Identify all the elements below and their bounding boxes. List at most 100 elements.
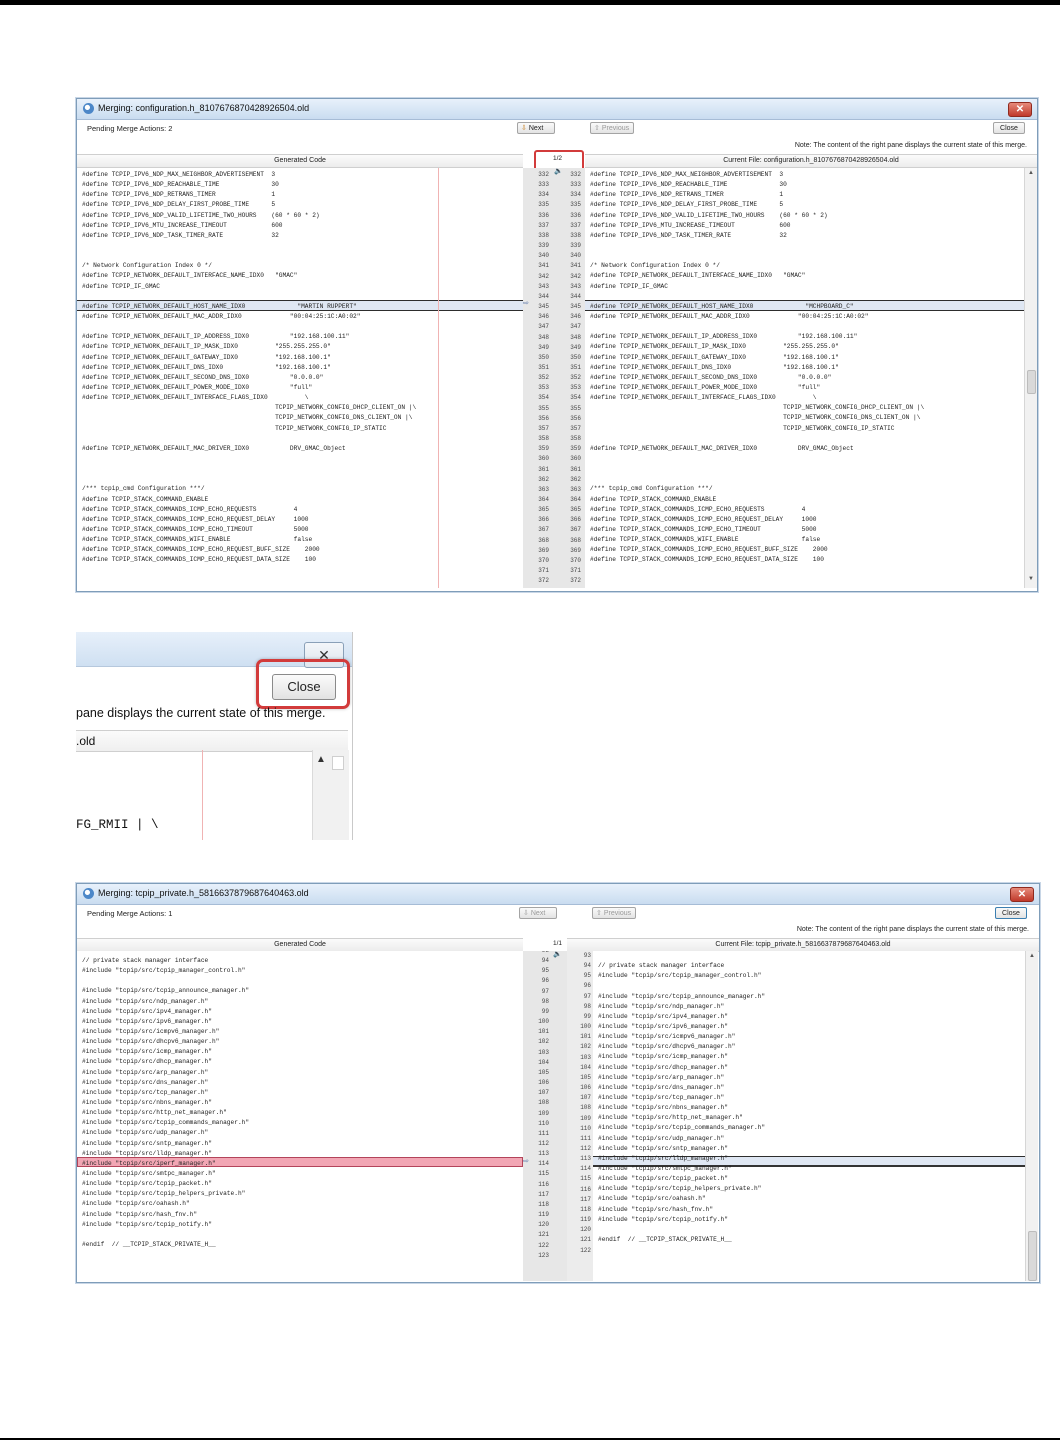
zoom-pane-header: .old xyxy=(76,730,348,752)
left-line-numbers: 93 94 95 96 97 98 99 100 101 102 103 104… xyxy=(538,951,549,1259)
left-code-pane[interactable]: // private stack manager interface #inclu… xyxy=(77,951,523,1281)
next-label: Next xyxy=(528,125,544,132)
code-line: #define TCPIP_STACK_COMMANDS_ICMP_ECHO_R… xyxy=(82,556,316,564)
speaker-icon: 🔈 xyxy=(553,951,562,958)
title-bar: Merging: tcpip_private.h_581663787968764… xyxy=(77,884,1039,905)
right-code-pane[interactable]: // private stack manager interface #inclu… xyxy=(593,951,1025,1281)
code-line: #define TCPIP_STACK_COMMANDS_ICMP_ECHO_R… xyxy=(590,515,817,523)
code-line: #define TCPIP_IPV6_NDP_RETRANS_TIMER 1 xyxy=(590,191,784,199)
pending-merge-actions: Pending Merge Actions: 2 xyxy=(87,124,173,133)
scroll-down-icon[interactable]: ▼ xyxy=(1028,576,1034,582)
code-line: #include "tcpip/src/dns_manager.h" xyxy=(82,1078,209,1086)
left-code-pane[interactable]: #define TCPIP_IPV6_NDP_MAX_NEIGHBOR_ADVE… xyxy=(77,168,523,588)
window-close-button[interactable]: ✕ xyxy=(1008,102,1032,117)
scroll-up-icon[interactable]: ▲ xyxy=(1028,170,1034,176)
code-line: #endif // __TCPIP_STACK_PRIVATE_H__ xyxy=(598,1235,732,1243)
apply-change-arrow-icon[interactable]: ⇨ xyxy=(523,1157,529,1165)
app-icon xyxy=(83,888,94,899)
code-line: #define TCPIP_NETWORK_DEFAULT_POWER_MODE… xyxy=(590,383,821,391)
code-line: #define TCPIP_NETWORK_DEFAULT_GATEWAY_ID… xyxy=(590,353,839,361)
code-line: #define TCPIP_NETWORK_DEFAULT_INTERFACE_… xyxy=(82,272,298,280)
code-line: #include "tcpip/src/tcp_manager.h" xyxy=(598,1093,725,1101)
code-line: #define TCPIP_STACK_COMMANDS_ICMP_ECHO_T… xyxy=(590,525,817,533)
previous-button[interactable]: ⇧ Previous xyxy=(592,907,636,919)
code-line: #include "tcpip/src/ipv6_manager.h" xyxy=(82,1017,212,1025)
right-line-number-gutter: 93 94 95 96 97 98 99 100 101 102 103 104… xyxy=(567,951,593,1281)
print-margin xyxy=(438,168,439,588)
next-label: Next xyxy=(530,910,546,917)
code-line: #include "tcpip/src/sntp_manager.h" xyxy=(82,1139,212,1147)
merge-toolbar: Pending Merge Actions: 1 ⇩ Next ⇧ Previous… xyxy=(77,905,1039,923)
code-line: #include "tcpip/src/dhcp_manager.h" xyxy=(82,1058,212,1066)
next-button[interactable]: ⇩ Next xyxy=(519,907,557,919)
code-line: #include "tcpip/src/ndp_manager.h" xyxy=(598,1002,725,1010)
right-scrollbar[interactable]: ▲ xyxy=(1025,951,1038,1281)
line-number-gutter: 93 94 95 96 97 98 99 100 101 102 103 104… xyxy=(523,951,567,1281)
scroll-thumb[interactable] xyxy=(1027,370,1036,394)
code-line: #include "tcpip/src/tcpip_announce_manag… xyxy=(82,987,250,995)
code-line: TCPIP_NETWORK_CONFIG_DNS_CLIENT_ON |\ xyxy=(82,414,413,422)
right-scrollbar[interactable]: ▲ ▼ xyxy=(1024,168,1037,588)
code-line: #define TCPIP_NETWORK_DEFAULT_MAC_DRIVER… xyxy=(590,444,854,452)
code-line: #define TCPIP_NETWORK_DEFAULT_MAC_ADDR_I… xyxy=(590,312,869,320)
right-line-numbers: 93 94 95 96 97 98 99 100 101 102 103 104… xyxy=(580,952,591,1254)
top-rule xyxy=(0,0,1060,5)
scroll-up-icon[interactable]: ▲ xyxy=(316,754,326,765)
code-line: #define TCPIP_IPV6_NDP_TASK_TIMER_RATE 3… xyxy=(82,231,279,239)
arrow-down-icon: ⇩ xyxy=(521,125,527,132)
code-line: // private stack manager interface xyxy=(82,957,209,964)
code-line: #define TCPIP_STACK_COMMANDS_WIFI_ENABLE… xyxy=(590,536,821,544)
code-line: #include "tcpip/src/tcpip_manager_contro… xyxy=(82,967,246,975)
code-line: #define TCPIP_NETWORK_DEFAULT_IP_ADDRESS… xyxy=(590,333,858,341)
code-line: #define TCPIP_STACK_COMMANDS_ICMP_ECHO_R… xyxy=(82,515,309,523)
code-line: #define TCPIP_IPV6_NDP_DELAY_FIRST_PROBE… xyxy=(590,201,784,209)
code-line: TCPIP_NETWORK_CONFIG_IP_STATIC xyxy=(82,424,387,432)
right-pane-header: Current File: configuration.h_8107676870… xyxy=(585,154,1037,168)
code-line: #define TCPIP_IPV6_NDP_MAX_NEIGHBOR_ADVE… xyxy=(82,171,276,178)
zoom-overview-box xyxy=(332,756,344,770)
previous-label: Previous xyxy=(601,125,630,132)
code-line: #define TCPIP_NETWORK_DEFAULT_INTERFACE_… xyxy=(82,394,309,402)
code-line: #define TCPIP_NETWORK_DEFAULT_GATEWAY_ID… xyxy=(82,353,331,361)
merge-dialog-configuration: Merging: configuration.h_810767687042892… xyxy=(76,98,1038,592)
code-line: #include "tcpip/src/tcpip_commands_manag… xyxy=(82,1119,250,1127)
code-line: /* Network Configuration Index 0 */ xyxy=(590,262,720,270)
left-code: // private stack manager interface #inclu… xyxy=(82,956,249,1250)
window-close-button[interactable]: ✕ xyxy=(1010,887,1034,902)
code-line: // private stack manager interface xyxy=(598,962,725,970)
right-code-pane[interactable]: #define TCPIP_IPV6_NDP_MAX_NEIGHBOR_ADVE… xyxy=(585,168,1025,588)
code-line: /*** tcpip_cmd Configuration ***/ xyxy=(82,485,205,493)
code-line: #include "tcpip/src/dns_manager.h" xyxy=(598,1083,725,1091)
code-line: #include "tcpip/src/oahash.h" xyxy=(82,1200,190,1208)
code-line: #include "tcpip/src/icmpv6_manager.h" xyxy=(598,1033,736,1041)
title-bar: Merging: configuration.h_810767687042892… xyxy=(77,99,1037,120)
code-line: #define TCPIP_STACK_COMMANDS_ICMP_ECHO_R… xyxy=(590,546,828,554)
code-line: #include "tcpip/src/sntp_manager.h" xyxy=(598,1144,728,1152)
code-line: #include "tcpip/src/icmp_manager.h" xyxy=(598,1053,728,1061)
code-line: #include "tcpip/src/tcpip_commands_manag… xyxy=(598,1124,766,1132)
next-button[interactable]: ⇩ Next xyxy=(517,122,555,134)
left-code: #define TCPIP_IPV6_NDP_MAX_NEIGHBOR_ADVE… xyxy=(82,170,416,565)
apply-change-arrow-icon[interactable]: ⇨ xyxy=(523,299,529,307)
code-line: #define TCPIP_IPV6_NDP_REACHABLE_TIME 30 xyxy=(82,181,279,189)
code-line: #include "tcpip/src/lldp_manager.h" xyxy=(598,1154,728,1162)
code-line: #define TCPIP_IPV6_NDP_MAX_NEIGHBOR_ADVE… xyxy=(590,171,784,178)
close-button[interactable]: Close xyxy=(995,907,1027,919)
close-label: Close xyxy=(1002,910,1020,917)
code-line: #include "tcpip/src/hash_fnv.h" xyxy=(82,1210,198,1218)
code-line: #include "tcpip/src/ipv4_manager.h" xyxy=(82,1007,212,1015)
scroll-thumb[interactable] xyxy=(1028,1231,1037,1281)
code-line: #define TCPIP_NETWORK_DEFAULT_SECOND_DNS… xyxy=(82,373,324,381)
previous-button[interactable]: ⇧ Previous xyxy=(590,122,634,134)
close-label: Close xyxy=(1000,125,1018,132)
code-line: TCPIP_NETWORK_CONFIG_DHCP_CLIENT_ON |\ xyxy=(590,404,925,412)
zoom-print-margin xyxy=(202,750,203,840)
close-button[interactable]: Close xyxy=(993,122,1025,134)
scroll-up-icon[interactable]: ▲ xyxy=(1029,953,1035,959)
